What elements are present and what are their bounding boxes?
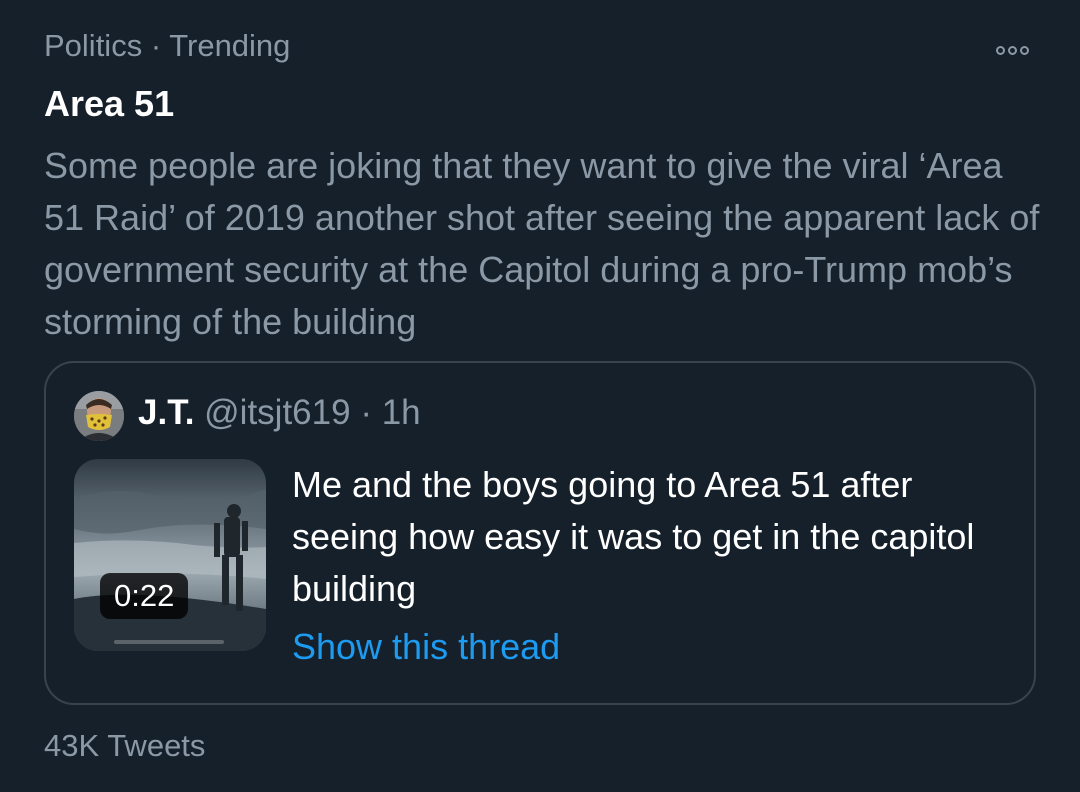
show-thread-link[interactable]: Show this thread [292, 626, 560, 668]
more-options-icon-dot [1007, 45, 1017, 55]
video-frame [74, 459, 266, 651]
trend-context: Politics · Trending [44, 28, 290, 64]
tweet-time[interactable]: 1h [382, 393, 421, 432]
more-options-button[interactable] [986, 36, 1038, 64]
video-thumbnail[interactable]: 0:22 [74, 459, 266, 651]
author-handle[interactable]: @itsjt619 [204, 393, 350, 432]
more-options-icon [995, 45, 1005, 55]
more-options-icon-dot [1019, 45, 1029, 55]
quoted-tweet-card[interactable]: J.T. @itsjt619 · 1h 0:22 Me and the boys… [44, 361, 1036, 705]
video-progress-bar [114, 640, 224, 644]
avatar[interactable] [74, 391, 124, 441]
trend-description: Some people are joking that they want to… [44, 145, 1040, 342]
avatar-image [74, 391, 124, 441]
tweet-count: 43K Tweets [44, 728, 206, 763]
tweet-author-line: J.T. @itsjt619 · 1h [138, 393, 421, 433]
time-separator: · [360, 393, 372, 432]
video-duration-badge: 0:22 [100, 573, 189, 619]
quoted-tweet-text: Me and the boys going to Area 51 after s… [292, 464, 975, 609]
trend-title: Area 51 [44, 83, 175, 124]
context-separator: · [150, 28, 162, 63]
trend-status: Trending [169, 28, 291, 63]
trend-category: Politics [44, 28, 143, 63]
author-name[interactable]: J.T. [138, 393, 194, 432]
trend-detail-card: Politics · Trending Area 51 Some people … [0, 0, 1080, 792]
